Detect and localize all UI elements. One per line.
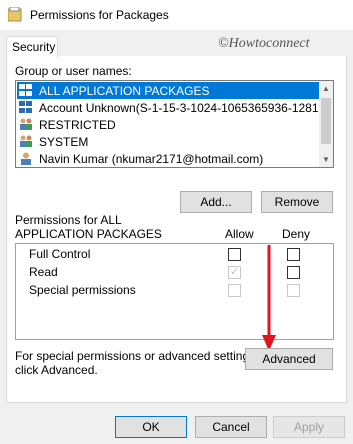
user-listbox[interactable]: ALL APPLICATION PACKAGES Account Unknown…	[15, 80, 334, 168]
read-allow-checkbox[interactable]: ✓	[228, 266, 241, 279]
annotation-arrow-icon	[262, 245, 276, 351]
list-item[interactable]: Account Unknown(S-1-15-3-1024-1065365936…	[17, 99, 320, 116]
title-bar: Permissions for Packages	[0, 0, 353, 30]
user-icon	[21, 152, 31, 165]
cancel-button[interactable]: Cancel	[195, 416, 267, 438]
tab-security-label: Security	[12, 40, 56, 54]
folder-lock-icon	[8, 7, 22, 22]
add-button[interactable]: Add...	[180, 191, 252, 213]
group-icon	[20, 118, 32, 130]
apply-button[interactable]: Apply	[273, 416, 345, 438]
advanced-hint-line1: For special permissions or advanced sett…	[15, 349, 259, 363]
list-item[interactable]: ALL APPLICATION PACKAGES	[17, 82, 320, 99]
deny-column-header: Deny	[282, 227, 311, 241]
permission-name: Special permissions	[29, 283, 136, 297]
advanced-hint-line2: click Advanced.	[15, 363, 98, 377]
remove-button[interactable]: Remove	[261, 191, 333, 213]
unknown-account-icon	[19, 101, 32, 113]
permission-name: Full Control	[29, 247, 91, 261]
user-name: Navin Kumar (nkumar2171@hotmail.com)	[39, 152, 264, 166]
permission-name: Read	[29, 265, 58, 279]
read-deny-checkbox[interactable]	[287, 266, 300, 279]
packages-icon	[19, 84, 32, 96]
user-name: RESTRICTED	[39, 118, 116, 132]
list-scrollbar[interactable]: ▲ ▼	[319, 81, 333, 167]
permissions-header-line2: APPLICATION PACKAGES	[15, 227, 162, 241]
full-control-deny-checkbox[interactable]	[287, 248, 300, 261]
user-name: Account Unknown(S-1-15-3-1024-1065365936…	[39, 101, 320, 115]
list-item[interactable]: RESTRICTED	[17, 116, 320, 133]
scroll-thumb[interactable]	[321, 98, 331, 144]
list-item[interactable]: Navin Kumar (nkumar2171@hotmail.com)	[17, 150, 320, 167]
window-title: Permissions for Packages	[30, 8, 169, 22]
group-label: Group or user names:	[15, 64, 132, 78]
scroll-up-icon[interactable]: ▲	[322, 84, 330, 93]
advanced-button[interactable]: Advanced	[245, 348, 333, 370]
full-control-allow-checkbox[interactable]	[228, 248, 241, 261]
group-icon	[20, 135, 32, 147]
special-deny-checkbox[interactable]	[287, 284, 300, 297]
scroll-down-icon[interactable]: ▼	[322, 155, 330, 164]
tab-security[interactable]: Security	[6, 36, 58, 58]
user-name: SYSTEM	[39, 135, 89, 149]
watermark: ©Howtoconnect	[218, 36, 310, 51]
allow-column-header: Allow	[225, 227, 254, 241]
special-allow-checkbox[interactable]	[228, 284, 241, 297]
list-item[interactable]: SYSTEM	[17, 133, 320, 150]
checkmark-icon: ✓	[230, 266, 240, 278]
ok-button[interactable]: OK	[115, 416, 187, 438]
permissions-header-line1: Permissions for ALL	[15, 213, 122, 227]
user-name: ALL APPLICATION PACKAGES	[39, 84, 210, 98]
